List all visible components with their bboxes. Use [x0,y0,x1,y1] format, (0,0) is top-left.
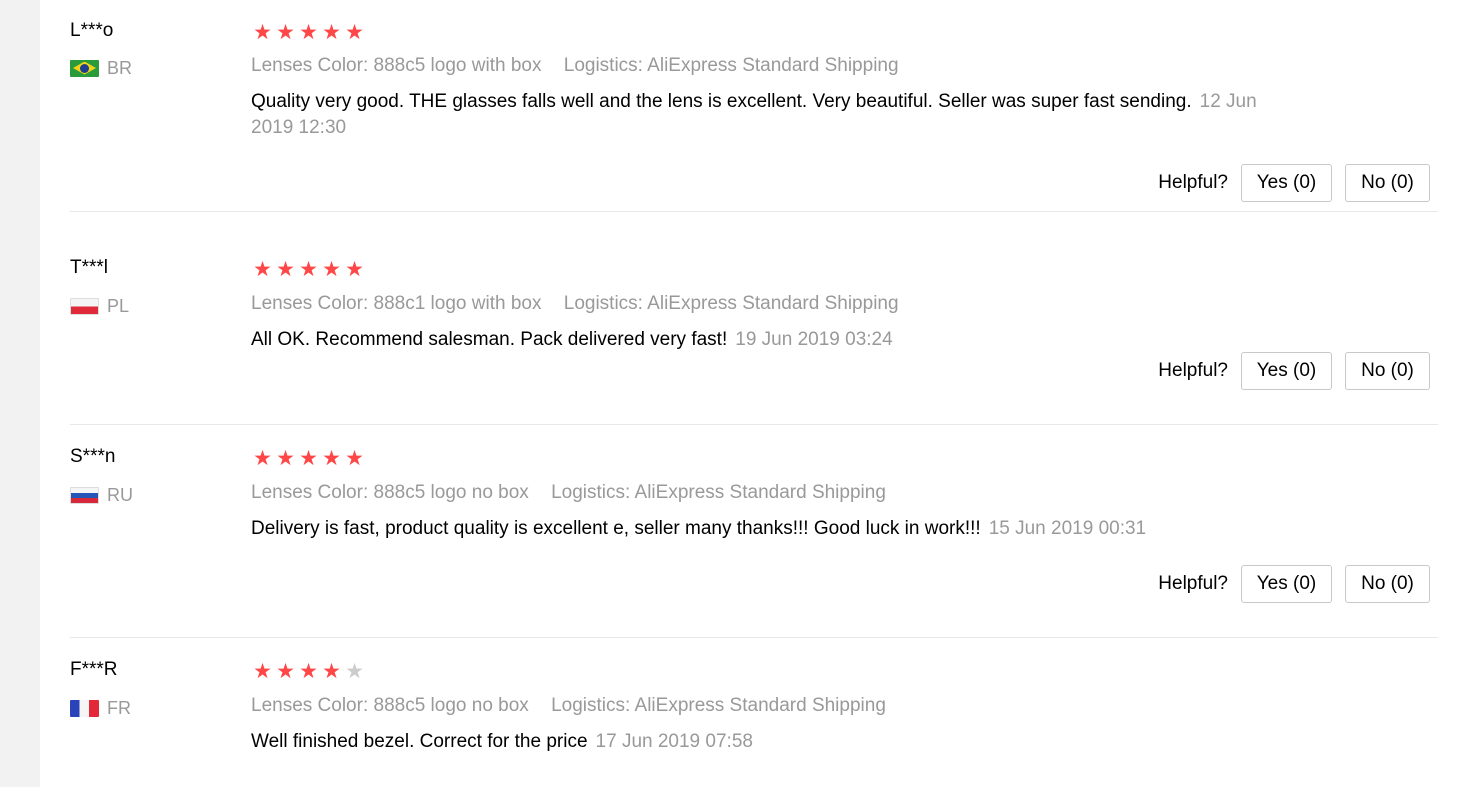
star-filled-icon: ★ [299,447,318,470]
star-filled-icon: ★ [253,660,272,683]
logistics: Logistics: AliExpress Standard Shipping [551,695,886,716]
buyer-country: BR [70,57,132,79]
helpful-label: Helpful? [1158,573,1228,594]
star-filled-icon: ★ [299,21,318,44]
country-code: BR [107,57,133,78]
star-filled-icon: ★ [345,447,364,470]
review-content: Well finished bezel. Correct for the pri… [251,729,1291,755]
review-text: Quality very good. THE glasses falls wel… [251,91,1192,112]
review-text: Well finished bezel. Correct for the pri… [251,731,588,752]
review-text: Delivery is fast, product quality is exc… [251,518,981,539]
buyer-name: F***R [70,659,118,680]
star-filled-icon: ★ [322,447,341,470]
review-content: All OK. Recommend salesman. Pack deliver… [251,327,1291,353]
country-code: PL [107,295,130,316]
star-rating: ★ ★ ★ ★ ★ [252,259,365,281]
product-attributes: Lenses Color: 888c5 logo no box Logistic… [251,482,886,504]
review-date: 15 Jun 2019 00:31 [988,518,1147,539]
vote-no-button[interactable]: No (0) [1345,352,1430,390]
buyer-name: T***l [70,257,109,278]
logistics: Logistics: AliExpress Standard Shipping [563,293,899,314]
logistics: Logistics: AliExpress Standard Shipping [563,55,899,76]
review-item: S***n RU ★ ★ ★ ★ ★ Lenses Color: 888c5 l… [70,425,1438,638]
star-filled-icon: ★ [276,447,295,470]
star-filled-icon: ★ [322,660,341,683]
buyer-country: RU [70,484,133,506]
review-item: F***R FR ★ ★ ★ ★ ★ Lenses Color: 888c5 l… [70,638,1438,788]
country-code: RU [107,484,133,505]
helpful-vote: Helpful? Yes (0) No (0) [1158,352,1430,390]
star-filled-icon: ★ [253,447,272,470]
buyer-name: S***n [70,446,116,467]
vote-no-button[interactable]: No (0) [1345,565,1430,603]
star-rating: ★ ★ ★ ★ ★ [252,22,365,44]
product-attributes: Lenses Color: 888c1 logo with box Logist… [251,293,899,315]
review-date: 19 Jun 2019 03:24 [735,329,893,350]
star-filled-icon: ★ [299,660,318,683]
lenses-color: Lenses Color: 888c1 logo with box [251,293,542,314]
russia-flag-icon [70,486,99,504]
vote-yes-button[interactable]: Yes (0) [1241,352,1332,390]
poland-flag-icon [70,297,99,315]
lenses-color: Lenses Color: 888c5 logo no box [251,695,529,716]
star-filled-icon: ★ [299,258,318,281]
star-filled-icon: ★ [276,21,295,44]
buyer-country: PL [70,295,129,317]
helpful-label: Helpful? [1158,360,1228,381]
star-rating: ★ ★ ★ ★ ★ [252,448,365,470]
buyer-name: L***o [70,20,114,41]
vote-yes-button[interactable]: Yes (0) [1241,565,1332,603]
star-rating: ★ ★ ★ ★ ★ [252,661,365,683]
france-flag-icon [70,699,99,717]
star-filled-icon: ★ [276,258,295,281]
helpful-vote: Helpful? Yes (0) No (0) [1158,164,1430,202]
star-filled-icon: ★ [345,21,364,44]
star-filled-icon: ★ [322,21,341,44]
star-filled-icon: ★ [322,258,341,281]
star-filled-icon: ★ [253,21,272,44]
country-code: FR [107,697,131,718]
star-empty-icon: ★ [345,660,364,683]
review-content: Quality very good. THE glasses falls wel… [251,89,1286,141]
buyer-country: FR [70,697,131,719]
helpful-label: Helpful? [1158,172,1228,193]
lenses-color: Lenses Color: 888c5 logo no box [251,482,529,503]
review-content: Delivery is fast, product quality is exc… [251,516,1291,542]
star-filled-icon: ★ [345,258,364,281]
review-item: L***o BR ★ ★ ★ ★ ★ Lenses Color: 888c5 l… [70,0,1438,212]
logistics: Logistics: AliExpress Standard Shipping [551,482,886,503]
lenses-color: Lenses Color: 888c5 logo with box [251,55,542,76]
review-date: 17 Jun 2019 07:58 [595,731,753,752]
star-filled-icon: ★ [253,258,272,281]
vote-yes-button[interactable]: Yes (0) [1241,164,1332,202]
review-item: T***l PL ★ ★ ★ ★ ★ Lenses Color: 888c1 l… [70,212,1438,425]
product-attributes: Lenses Color: 888c5 logo no box Logistic… [251,695,886,717]
vote-no-button[interactable]: No (0) [1345,164,1430,202]
star-filled-icon: ★ [276,660,295,683]
feedback-list: L***o BR ★ ★ ★ ★ ★ Lenses Color: 888c5 l… [70,0,1438,788]
helpful-vote: Helpful? Yes (0) No (0) [1158,565,1430,603]
product-attributes: Lenses Color: 888c5 logo with box Logist… [251,55,899,77]
left-gutter [0,0,40,787]
review-text: All OK. Recommend salesman. Pack deliver… [251,329,728,350]
brazil-flag-icon [70,59,99,77]
